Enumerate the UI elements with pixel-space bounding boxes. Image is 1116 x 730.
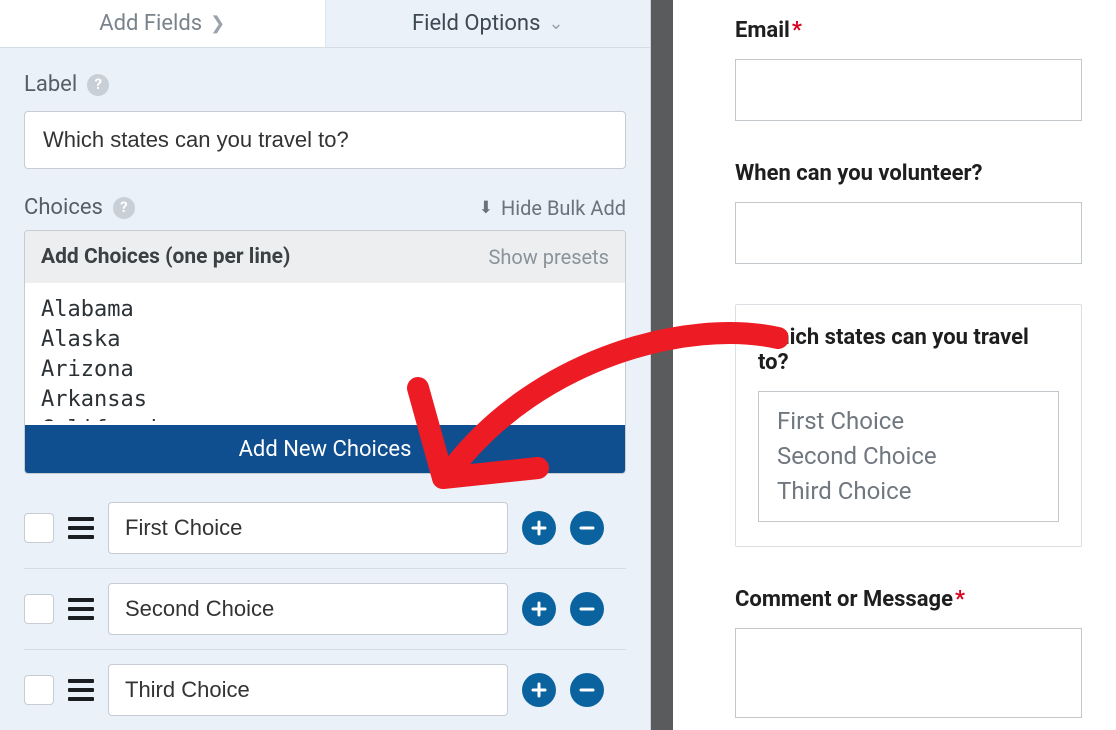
chevron-right-icon: ❯ — [210, 13, 225, 34]
label-title: Label — [24, 72, 77, 97]
hide-bulk-add-link[interactable]: ⬇ Hide Bulk Add — [479, 196, 626, 220]
email-input-preview[interactable] — [735, 59, 1082, 121]
form-preview: Email* When can you volunteer? Which sta… — [673, 0, 1116, 730]
tab-add-fields[interactable]: Add Fields ❯ — [0, 0, 326, 47]
show-presets-link[interactable]: Show presets — [488, 245, 609, 269]
help-icon[interactable]: ? — [113, 197, 135, 219]
remove-choice-button[interactable] — [570, 673, 604, 707]
add-choice-button[interactable] — [522, 592, 556, 626]
tab-field-options[interactable]: Field Options ⌄ — [326, 0, 651, 47]
remove-choice-button[interactable] — [570, 511, 604, 545]
chevron-down-icon: ⌄ — [548, 13, 563, 34]
choice-default-checkbox[interactable] — [24, 675, 54, 705]
field-options-sidebar: Add Fields ❯ Field Options ⌄ Label ? Cho… — [0, 0, 651, 730]
required-star: * — [792, 18, 802, 43]
preview-label-volunteer: When can you volunteer? — [735, 161, 1082, 186]
states-field-card[interactable]: Which states can you travel to? First Ch… — [735, 304, 1082, 547]
choice-list — [24, 488, 626, 730]
choice-label-input[interactable] — [108, 502, 508, 554]
add-new-choices-button[interactable]: Add New Choices — [25, 425, 625, 473]
choices-title: Choices — [24, 195, 103, 220]
hide-bulk-label: Hide Bulk Add — [501, 196, 626, 220]
states-multiselect-preview[interactable]: First ChoiceSecond ChoiceThird Choice — [758, 391, 1059, 522]
preview-field-email: Email* — [735, 18, 1082, 121]
add-choice-button[interactable] — [522, 673, 556, 707]
panel-divider — [651, 0, 673, 730]
preview-field-states: Which states can you travel to? First Ch… — [735, 304, 1082, 547]
choice-default-checkbox[interactable] — [24, 513, 54, 543]
choices-header: Choices ? ⬇ Hide Bulk Add — [24, 195, 626, 220]
drag-handle-icon[interactable] — [68, 598, 94, 620]
choice-row — [24, 488, 626, 569]
choice-row — [24, 569, 626, 650]
preview-label-states: Which states can you travel to? — [758, 325, 1059, 375]
required-star: * — [955, 587, 965, 612]
choice-label-input[interactable] — [108, 583, 508, 635]
preview-field-volunteer: When can you volunteer? — [735, 161, 1082, 264]
bulk-add-title: Add Choices (one per line) — [41, 245, 290, 269]
email-label-text: Email — [735, 18, 790, 43]
bulk-add-header: Add Choices (one per line) Show presets — [25, 231, 625, 283]
choices-header-left: Choices ? — [24, 195, 135, 220]
preview-field-comment: Comment or Message* — [735, 587, 1082, 718]
tab-add-fields-label: Add Fields — [99, 11, 202, 36]
comment-textarea-preview[interactable] — [735, 628, 1082, 718]
bulk-add-box: Add Choices (one per line) Show presets … — [24, 230, 626, 474]
preview-label-comment: Comment or Message* — [735, 587, 1082, 612]
multiselect-option[interactable]: Third Choice — [777, 474, 1040, 509]
form-builder-layout: Add Fields ❯ Field Options ⌄ Label ? Cho… — [0, 0, 1116, 730]
field-label-input[interactable] — [24, 111, 626, 169]
field-options-panel: Label ? Choices ? ⬇ Hide Bulk Add Add Ch… — [0, 48, 650, 730]
remove-choice-button[interactable] — [570, 592, 604, 626]
tab-field-options-label: Field Options — [412, 11, 540, 36]
download-icon: ⬇ — [479, 198, 493, 218]
multiselect-option[interactable]: Second Choice — [777, 439, 1040, 474]
volunteer-input-preview[interactable] — [735, 202, 1082, 264]
comment-label-text: Comment or Message — [735, 587, 953, 612]
preview-label-email: Email* — [735, 18, 1082, 43]
choice-default-checkbox[interactable] — [24, 594, 54, 624]
choice-row — [24, 650, 626, 730]
help-icon[interactable]: ? — [87, 74, 109, 96]
label-section-header: Label ? — [24, 72, 626, 97]
drag-handle-icon[interactable] — [68, 517, 94, 539]
sidebar-tabs: Add Fields ❯ Field Options ⌄ — [0, 0, 650, 48]
drag-handle-icon[interactable] — [68, 679, 94, 701]
add-choice-button[interactable] — [522, 511, 556, 545]
bulk-choices-textarea[interactable] — [25, 283, 625, 421]
multiselect-option[interactable]: First Choice — [777, 404, 1040, 439]
choice-label-input[interactable] — [108, 664, 508, 716]
